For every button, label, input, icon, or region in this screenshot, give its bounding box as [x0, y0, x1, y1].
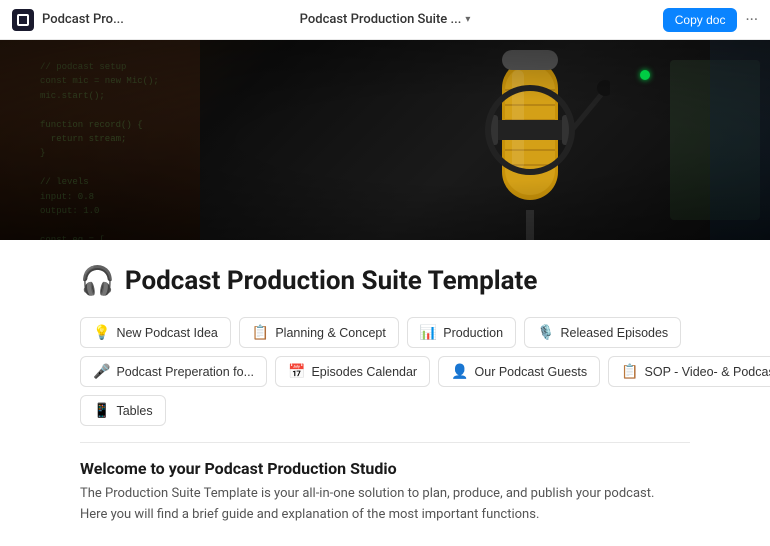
podcast-prep-label: Podcast Preperation fo... — [116, 365, 254, 379]
app-icon — [12, 9, 34, 31]
planning-concept-button[interactable]: 📋 Planning & Concept — [239, 317, 399, 348]
welcome-title: Welcome to your Podcast Production Studi… — [80, 459, 690, 478]
topbar: Podcast Pro... Podcast Production Suite … — [0, 0, 770, 40]
button-row-1: 💡 New Podcast Idea 📋 Planning & Concept … — [80, 317, 690, 348]
topbar-center: Podcast Production Suite ... ▾ — [300, 12, 471, 27]
production-button[interactable]: 📊 Production — [407, 317, 516, 348]
tables-button[interactable]: 📱 Tables — [80, 395, 166, 426]
button-row-3: 📱 Tables — [80, 395, 690, 426]
table-icon: 📱 — [93, 402, 110, 419]
podcast-prep-button[interactable]: 🎤 Podcast Preperation fo... — [80, 356, 267, 387]
podcast-guests-label: Our Podcast Guests — [475, 365, 588, 379]
person-icon: 👤 — [451, 363, 468, 380]
tables-label: Tables — [116, 404, 152, 418]
page-title: Podcast Production Suite Template — [125, 266, 538, 296]
topbar-left: Podcast Pro... — [12, 9, 124, 31]
episodes-calendar-label: Episodes Calendar — [311, 365, 417, 379]
topbar-right: Copy doc ··· — [663, 8, 758, 32]
welcome-text: The Production Suite Template is your al… — [80, 484, 680, 526]
released-episodes-button[interactable]: 🎙️ Released Episodes — [524, 317, 681, 348]
main-content: 🎧 Podcast Production Suite Template 💡 Ne… — [0, 240, 770, 546]
chart-icon: 📊 — [420, 324, 437, 341]
bulb-icon: 💡 — [93, 324, 110, 341]
section-divider — [80, 442, 690, 443]
planning-concept-label: Planning & Concept — [275, 326, 386, 340]
chevron-down-icon[interactable]: ▾ — [465, 14, 470, 25]
menu-dots-icon[interactable]: ··· — [745, 10, 758, 29]
microphone-icon: 🎤 — [93, 363, 110, 380]
production-label: Production — [443, 326, 503, 340]
doc-title: Podcast Production Suite ... — [300, 12, 462, 27]
welcome-section: Welcome to your Podcast Production Studi… — [80, 459, 690, 526]
button-row-2: 🎤 Podcast Preperation fo... 📅 Episodes C… — [80, 356, 690, 387]
page-title-row: 🎧 Podcast Production Suite Template — [80, 264, 690, 297]
calendar-icon: 📅 — [288, 363, 305, 380]
nav-button-grid: 💡 New Podcast Idea 📋 Planning & Concept … — [80, 317, 690, 426]
copy-doc-button[interactable]: Copy doc — [663, 8, 738, 32]
app-title: Podcast Pro... — [42, 12, 124, 27]
sop-icon: 📋 — [621, 363, 638, 380]
clipboard-icon: 📋 — [252, 324, 269, 341]
headphones-icon: 🎧 — [80, 264, 115, 297]
sop-button[interactable]: 📋 SOP - Video- & Podcas... — [608, 356, 770, 387]
hero-image: // podcast setup const mic = new Mic(); … — [0, 40, 770, 240]
episodes-calendar-button[interactable]: 📅 Episodes Calendar — [275, 356, 430, 387]
new-podcast-idea-button[interactable]: 💡 New Podcast Idea — [80, 317, 231, 348]
released-episodes-label: Released Episodes — [560, 326, 668, 340]
mic-icon: 🎙️ — [537, 324, 554, 341]
sop-label: SOP - Video- & Podcas... — [645, 365, 770, 379]
podcast-guests-button[interactable]: 👤 Our Podcast Guests — [438, 356, 600, 387]
new-podcast-idea-label: New Podcast Idea — [116, 326, 217, 340]
